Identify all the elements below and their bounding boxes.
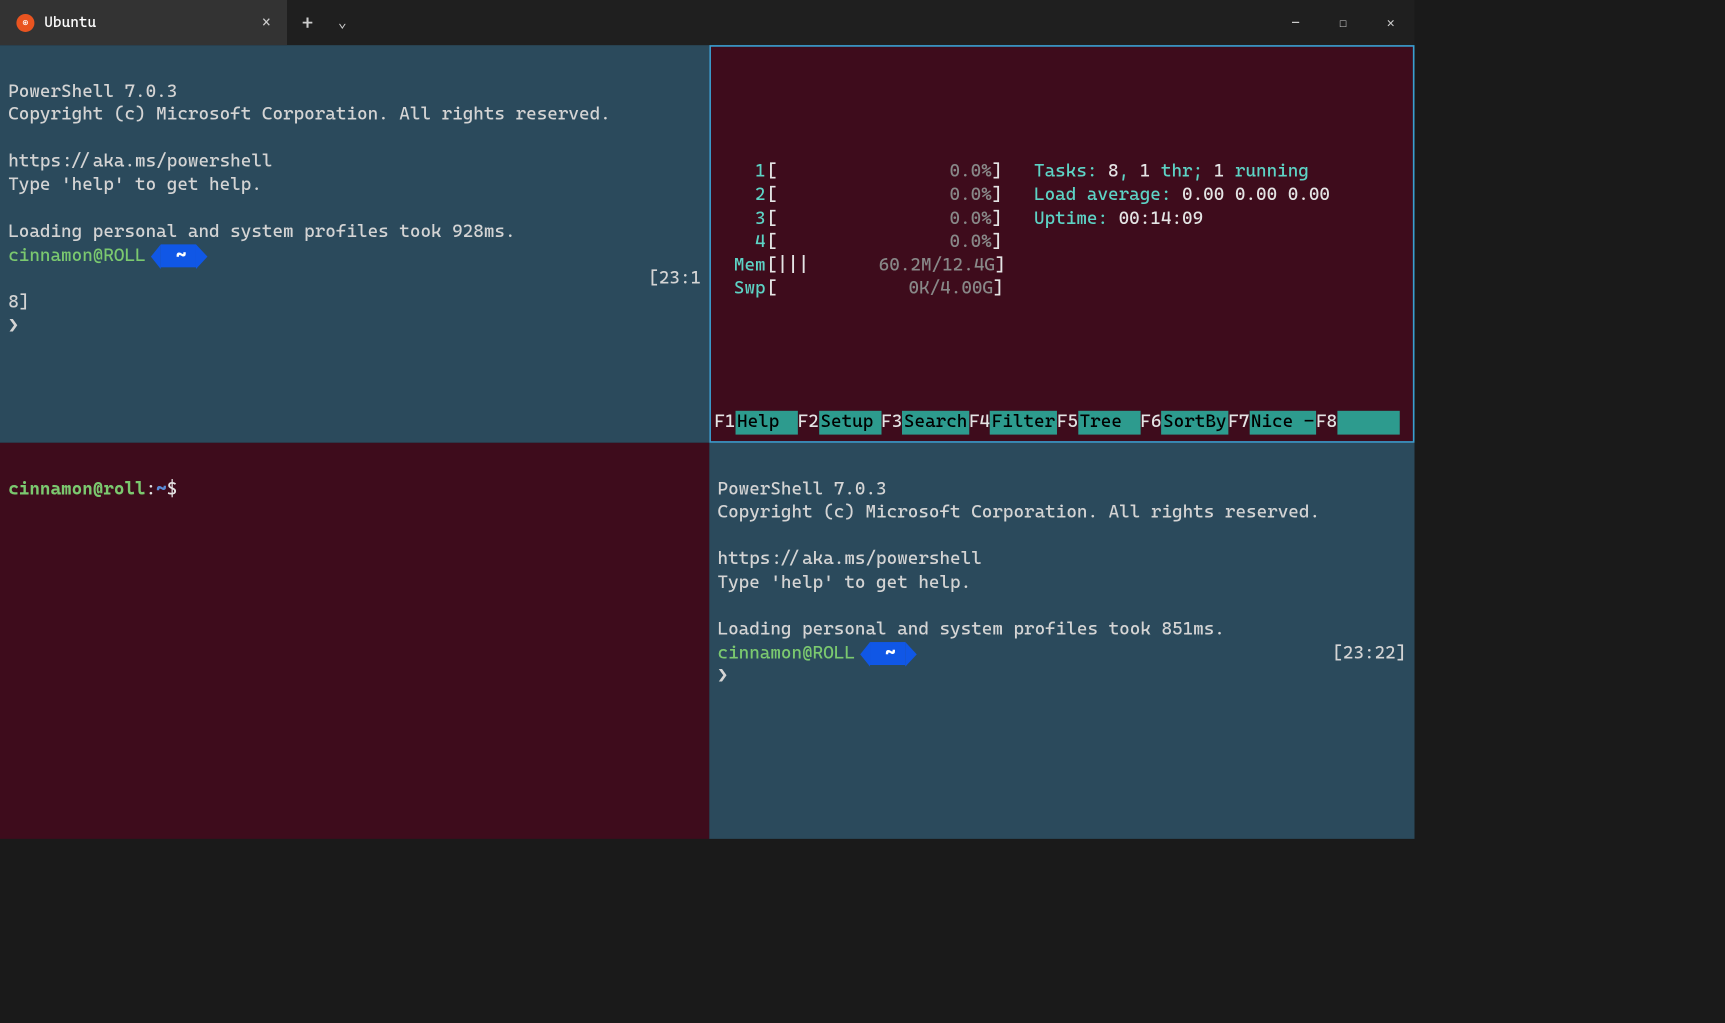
bash-prompt: cinnamon@roll:~$	[8, 479, 177, 500]
terminal-panes: PowerShell 7.0.3 Copyright (c) Microsoft…	[0, 45, 1415, 839]
htop-meters: 1[0.0%] Tasks: 8, 1 thr; 1 running 2[0.0…	[718, 105, 1407, 348]
htop-fkey[interactable]: F1	[714, 411, 735, 434]
pane-bottom-left[interactable]: cinnamon@roll:~$	[0, 443, 709, 839]
ps-url: https://aka.ms/powershell	[718, 549, 982, 570]
htop-flabel[interactable]: Filter	[990, 411, 1057, 434]
ps-version: PowerShell 7.0.3	[8, 81, 177, 102]
htop-flabel[interactable]: Help	[735, 411, 797, 434]
new-tab-button[interactable]: +	[287, 11, 328, 34]
htop-fkey[interactable]: F6	[1140, 411, 1161, 434]
htop-flabel[interactable]: SortBy	[1161, 411, 1228, 434]
tab-title: Ubuntu	[44, 14, 249, 31]
htop-flabel[interactable]: Search	[902, 411, 969, 434]
ps-loading: Loading personal and system profiles too…	[718, 619, 1225, 640]
tab-close-button[interactable]: ×	[259, 11, 274, 35]
ps-copyright: Copyright (c) Microsoft Corporation. All…	[718, 502, 1321, 522]
tab-dropdown-button[interactable]: ⌄	[328, 14, 357, 31]
htop-flabel[interactable]: Nice -	[1249, 411, 1316, 434]
pane-bottom-right[interactable]: PowerShell 7.0.3 Copyright (c) Microsoft…	[709, 443, 1414, 839]
prompt-caret: ❯	[8, 315, 19, 336]
ps-copyright: Copyright (c) Microsoft Corporation. All…	[8, 104, 611, 125]
htop-flabel[interactable]: Tree	[1078, 411, 1140, 434]
htop-fkey[interactable]: F4	[969, 411, 990, 434]
ps-help: Type 'help' to get help.	[718, 572, 972, 593]
time-wrap: 8]	[8, 292, 29, 313]
htop-footer: F1Help F2SetupF3SearchF4FilterF5Tree F6S…	[711, 411, 1413, 441]
pane-top-right-htop[interactable]: 1[0.0%] Tasks: 8, 1 thr; 1 running 2[0.0…	[709, 45, 1414, 443]
ps-url: https://aka.ms/powershell	[8, 151, 272, 172]
ps-loading: Loading personal and system profiles too…	[8, 222, 515, 243]
window-controls: — ☐ ✕	[1272, 0, 1415, 45]
ubuntu-icon: ◉	[16, 14, 34, 32]
prompt-user: cinnamon@ROLL	[8, 245, 145, 266]
prompt-time: [23:1	[648, 268, 701, 291]
prompt-time: [23:22]	[1332, 642, 1406, 665]
tab-ubuntu[interactable]: ◉ Ubuntu ×	[0, 0, 287, 45]
prompt-path: ~	[870, 642, 905, 665]
prompt-user: cinnamon@ROLL	[718, 643, 855, 664]
pane-top-left[interactable]: PowerShell 7.0.3 Copyright (c) Microsoft…	[0, 45, 709, 443]
titlebar: ◉ Ubuntu × + ⌄ — ☐ ✕	[0, 0, 1415, 45]
ps-version: PowerShell 7.0.3	[718, 479, 887, 500]
htop-fkey[interactable]: F8	[1316, 411, 1337, 434]
htop-fkey[interactable]: F2	[798, 411, 819, 434]
htop-fkey[interactable]: F5	[1057, 411, 1078, 434]
close-window-button[interactable]: ✕	[1367, 0, 1415, 45]
maximize-button[interactable]: ☐	[1319, 0, 1367, 45]
htop-fkey[interactable]: F7	[1228, 411, 1249, 434]
htop-flabel[interactable]	[1337, 411, 1399, 434]
prompt-caret: ❯	[718, 666, 729, 687]
ps-help: Type 'help' to get help.	[8, 175, 262, 196]
htop-fkey[interactable]: F3	[881, 411, 902, 434]
minimize-button[interactable]: —	[1272, 0, 1320, 45]
htop-flabel[interactable]: Setup	[819, 411, 881, 434]
prompt-path: ~	[161, 244, 196, 267]
